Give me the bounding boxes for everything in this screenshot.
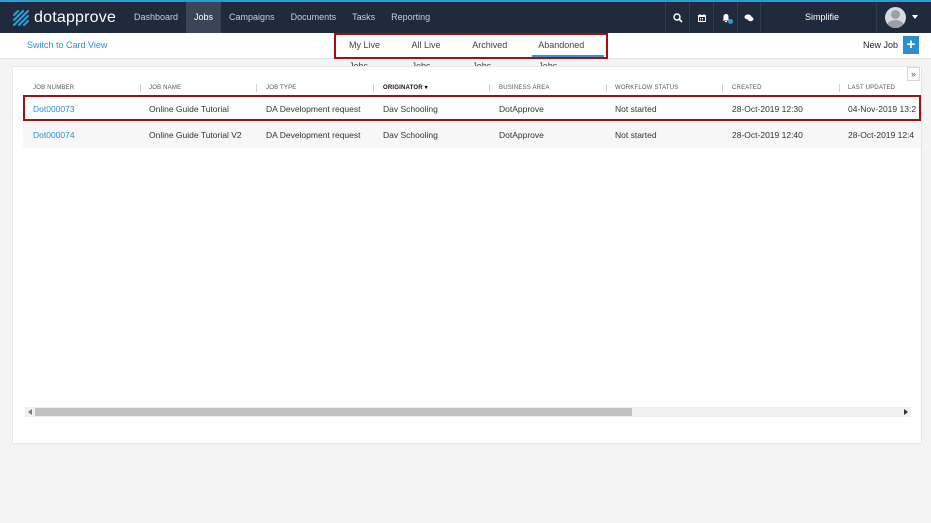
- col-created[interactable]: CREATED: [732, 83, 762, 93]
- col-divider: [839, 84, 840, 92]
- expand-icon[interactable]: »: [907, 67, 920, 81]
- tab-abandoned-jobs[interactable]: Abandoned Jobs: [530, 35, 606, 71]
- logo-icon: [12, 9, 30, 27]
- calendar-icon[interactable]: [689, 2, 713, 33]
- originator-cell: Dav Schooling: [383, 130, 438, 140]
- notification-dot: [728, 19, 733, 24]
- col-divider: [373, 84, 374, 92]
- user-name[interactable]: Simplifie: [805, 2, 839, 33]
- col-divider: [722, 84, 723, 92]
- workflow-status-cell: Not started: [615, 104, 657, 114]
- col-originator-label: ORIGINATOR: [383, 85, 423, 91]
- job-tabs: My Live Jobs All Live Jobs Archived Jobs…: [334, 33, 608, 71]
- scrollbar-thumb[interactable]: [35, 408, 632, 416]
- switch-to-card-view-link[interactable]: Switch to Card View: [27, 33, 107, 58]
- scroll-left-icon[interactable]: [28, 409, 32, 415]
- tab-archived-jobs[interactable]: Archived Jobs: [464, 35, 530, 71]
- job-name-cell: Online Guide Tutorial: [149, 104, 229, 114]
- job-name-cell: Online Guide Tutorial V2: [149, 130, 242, 140]
- jobs-panel: » JOB NUMBER JOB NAME JOB TYPE ORIGINATO…: [12, 66, 922, 444]
- horizontal-scrollbar[interactable]: [25, 407, 911, 417]
- nav-icon-group: [665, 2, 761, 33]
- nav-divider: [876, 2, 877, 33]
- sub-header: Switch to Card View My Live Jobs All Liv…: [0, 33, 931, 71]
- bell-icon[interactable]: [713, 2, 737, 33]
- col-last-updated[interactable]: LAST UPDATED: [848, 83, 895, 93]
- col-job-type[interactable]: JOB TYPE: [266, 83, 297, 93]
- created-cell: 28-Oct-2019 12:30: [732, 104, 803, 114]
- scroll-right-icon[interactable]: [904, 409, 908, 415]
- business-area-cell: DotApprove: [499, 130, 544, 140]
- search-icon[interactable]: [665, 2, 689, 33]
- nav-documents[interactable]: Documents: [283, 2, 345, 33]
- col-job-number[interactable]: JOB NUMBER: [33, 83, 74, 93]
- logo-text: dotapprove: [34, 9, 117, 26]
- col-divider: [256, 84, 257, 92]
- nav-jobs[interactable]: Jobs: [186, 2, 222, 33]
- job-number-link[interactable]: Dot000074: [33, 122, 75, 148]
- col-divider: [489, 84, 490, 92]
- workflow-status-cell: Not started: [615, 130, 657, 140]
- chat-icon[interactable]: [737, 2, 761, 33]
- add-job-button[interactable]: +: [903, 36, 919, 54]
- main-nav: Dashboard Jobs Campaigns Documents Tasks…: [126, 2, 438, 33]
- col-business-area[interactable]: BUSINESS AREA: [499, 83, 550, 93]
- nav-campaigns[interactable]: Campaigns: [221, 2, 283, 33]
- top-navbar: dotapprove Dashboard Jobs Campaigns Docu…: [0, 0, 931, 33]
- job-number-link[interactable]: Dot000073: [33, 97, 75, 121]
- avatar[interactable]: [885, 7, 906, 28]
- logo[interactable]: dotapprove: [12, 7, 116, 29]
- last-updated-cell: 28-Oct-2019 12:4: [848, 130, 915, 140]
- business-area-cell: DotApprove: [499, 104, 544, 114]
- originator-cell: Dav Schooling: [383, 104, 438, 114]
- new-job-label[interactable]: New Job: [863, 33, 898, 58]
- col-originator[interactable]: ORIGINATOR ▾: [383, 83, 428, 93]
- col-divider: [140, 84, 141, 92]
- table-row[interactable]: Dot000073 Online Guide Tutorial DA Devel…: [23, 95, 921, 121]
- table-header: JOB NUMBER JOB NAME JOB TYPE ORIGINATOR …: [13, 83, 921, 95]
- filter-icon[interactable]: ▾: [425, 85, 428, 91]
- nav-reporting[interactable]: Reporting: [383, 2, 438, 33]
- tab-all-live-jobs[interactable]: All Live Jobs: [403, 35, 464, 71]
- nav-tasks[interactable]: Tasks: [344, 2, 383, 33]
- col-workflow-status[interactable]: WORKFLOW STATUS: [615, 83, 678, 93]
- chevron-down-icon[interactable]: [912, 15, 918, 19]
- col-divider: [606, 84, 607, 92]
- table-row[interactable]: Dot000074 Online Guide Tutorial V2 DA De…: [23, 122, 921, 148]
- tab-my-live-jobs[interactable]: My Live Jobs: [341, 35, 403, 71]
- last-updated-cell: 04-Nov-2019 13:2: [848, 104, 917, 114]
- job-type-cell: DA Development request: [266, 130, 361, 140]
- nav-dashboard[interactable]: Dashboard: [126, 2, 186, 33]
- col-job-name[interactable]: JOB NAME: [149, 83, 181, 93]
- job-type-cell: DA Development request: [266, 104, 361, 114]
- created-cell: 28-Oct-2019 12:40: [732, 130, 803, 140]
